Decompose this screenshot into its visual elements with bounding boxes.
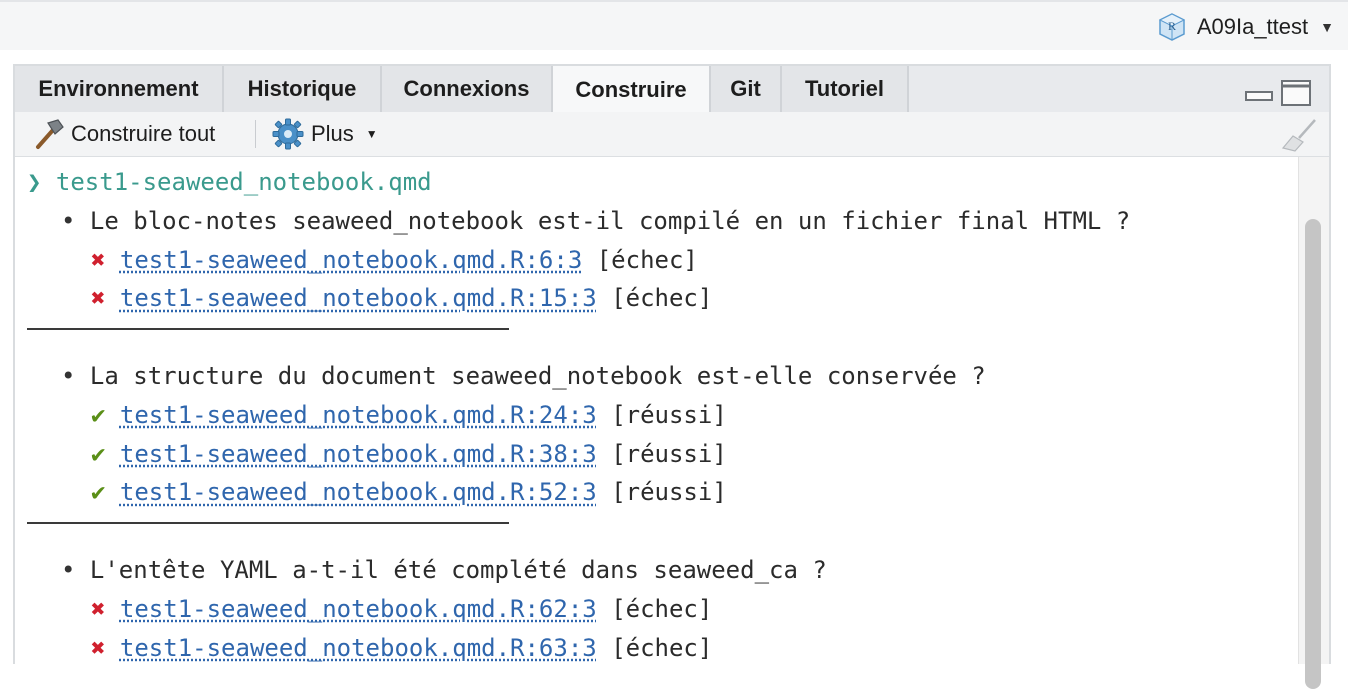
bullet-icon: • bbox=[61, 206, 76, 235]
test-question: • La structure du document seaweed_noteb… bbox=[61, 359, 986, 393]
maximize-pane-icon[interactable] bbox=[1281, 80, 1311, 106]
minimize-pane-icon[interactable] bbox=[1245, 80, 1273, 102]
test-result-row: ✔ test1-seaweed_notebook.qmd.R:38:3 [réu… bbox=[91, 437, 727, 471]
test-result-row: ✔ test1-seaweed_notebook.qmd.R:52:3 [réu… bbox=[91, 475, 727, 509]
more-menu-button[interactable]: Plus ▼ bbox=[271, 116, 378, 152]
build-all-button[interactable]: Construire tout bbox=[31, 116, 215, 152]
test-result-row: ✖ test1-seaweed_notebook.qmd.R:6:3 [éche… bbox=[91, 243, 698, 277]
top-bar: R A09Ia_ttest ▼ bbox=[0, 0, 1348, 50]
test-location-link[interactable]: test1-seaweed_notebook.qmd.R:52:3 bbox=[120, 478, 597, 506]
more-label: Plus bbox=[311, 121, 354, 146]
section-divider bbox=[27, 522, 509, 525]
test-location-link[interactable]: test1-seaweed_notebook.qmd.R:62:3 bbox=[120, 595, 597, 623]
test-status-label: [réussi] bbox=[611, 478, 727, 507]
section-divider bbox=[27, 328, 509, 331]
test-location-link[interactable]: test1-seaweed_notebook.qmd.R:63:3 bbox=[120, 634, 597, 662]
test-status-label: [échec] bbox=[611, 633, 713, 662]
gear-icon bbox=[272, 118, 304, 150]
test-status-label: [échec] bbox=[611, 284, 713, 313]
test-status-label: [réussi] bbox=[611, 400, 727, 429]
test-question-text: L'entête YAML a-t-il été complété dans s… bbox=[89, 556, 827, 584]
chevron-right-icon: ❯ bbox=[27, 168, 42, 196]
test-status-label: [réussi] bbox=[611, 439, 727, 468]
test-file-heading: ❯ test1-seaweed_notebook.qmd bbox=[27, 165, 432, 199]
fail-cross-icon: ✖ bbox=[91, 594, 106, 623]
tab-construire[interactable]: Construire bbox=[553, 66, 711, 113]
tab-historique[interactable]: Historique bbox=[224, 66, 382, 112]
tab-tutoriel[interactable]: Tutoriel bbox=[782, 66, 909, 112]
project-name: A09Ia_ttest bbox=[1196, 14, 1309, 39]
test-question: • L'entête YAML a-t-il été complété dans… bbox=[61, 553, 827, 587]
pass-check-icon: ✔ bbox=[91, 400, 106, 429]
test-location-link[interactable]: test1-seaweed_notebook.qmd.R:38:3 bbox=[120, 440, 597, 468]
bullet-icon: • bbox=[61, 362, 76, 390]
test-status-label: [échec] bbox=[596, 245, 698, 274]
broom-icon[interactable] bbox=[1281, 118, 1319, 152]
build-output-console: ❯ test1-seaweed_notebook.qmd • Le bloc-no… bbox=[15, 157, 1329, 689]
pass-check-icon: ✔ bbox=[91, 478, 106, 507]
build-pane: Environnement Historique Connexions Cons… bbox=[13, 64, 1331, 689]
test-result-row: ✖ test1-seaweed_notebook.qmd.R:15:3 [éch… bbox=[91, 281, 712, 315]
tab-git[interactable]: Git bbox=[711, 66, 782, 112]
tab-connexions[interactable]: Connexions bbox=[382, 66, 553, 112]
test-result-row: ✖ test1-seaweed_notebook.qmd.R:63:3 [éch… bbox=[91, 631, 712, 665]
test-result-row: ✔ test1-seaweed_notebook.qmd.R:24:3 [réu… bbox=[91, 398, 727, 432]
r-project-cube-icon: R bbox=[1158, 13, 1185, 41]
test-location-link[interactable]: test1-seaweed_notebook.qmd.R:15:3 bbox=[120, 284, 597, 312]
test-question: • Le bloc-notes seaweed_notebook est-il … bbox=[61, 204, 1130, 238]
scrollbar[interactable] bbox=[1298, 157, 1329, 689]
test-question-text: Le bloc-notes seaweed_notebook est-il co… bbox=[89, 206, 1131, 235]
tab-bar: Environnement Historique Connexions Cons… bbox=[15, 66, 1329, 113]
fail-cross-icon: ✖ bbox=[91, 245, 106, 274]
tab-environnement[interactable]: Environnement bbox=[15, 66, 224, 112]
test-file-name: test1-seaweed_notebook.qmd bbox=[55, 168, 432, 196]
fail-cross-icon: ✖ bbox=[91, 284, 106, 313]
chevron-down-icon: ▼ bbox=[365, 127, 378, 141]
toolbar-separator bbox=[255, 120, 256, 148]
test-status-label: [échec] bbox=[611, 594, 713, 623]
project-menu[interactable]: R A09Ia_ttest ▼ bbox=[1157, 10, 1334, 44]
bullet-icon: • bbox=[61, 556, 76, 584]
svg-text:R: R bbox=[1168, 19, 1176, 33]
build-all-label: Construire tout bbox=[71, 121, 216, 146]
pass-check-icon: ✔ bbox=[91, 439, 106, 468]
scrollbar-thumb[interactable] bbox=[1305, 219, 1321, 689]
build-toolbar: Construire tout Plus ▼ bbox=[15, 112, 1329, 157]
test-location-link[interactable]: test1-seaweed_notebook.qmd.R:6:3 bbox=[120, 246, 582, 274]
chevron-down-icon: ▼ bbox=[1320, 19, 1334, 35]
fail-cross-icon: ✖ bbox=[91, 633, 106, 662]
test-question-text: La structure du document seaweed_noteboo… bbox=[89, 362, 986, 390]
test-location-link[interactable]: test1-seaweed_notebook.qmd.R:24:3 bbox=[120, 401, 597, 429]
test-result-row: ✖ test1-seaweed_notebook.qmd.R:62:3 [éch… bbox=[91, 592, 712, 626]
hammer-icon bbox=[36, 119, 64, 149]
